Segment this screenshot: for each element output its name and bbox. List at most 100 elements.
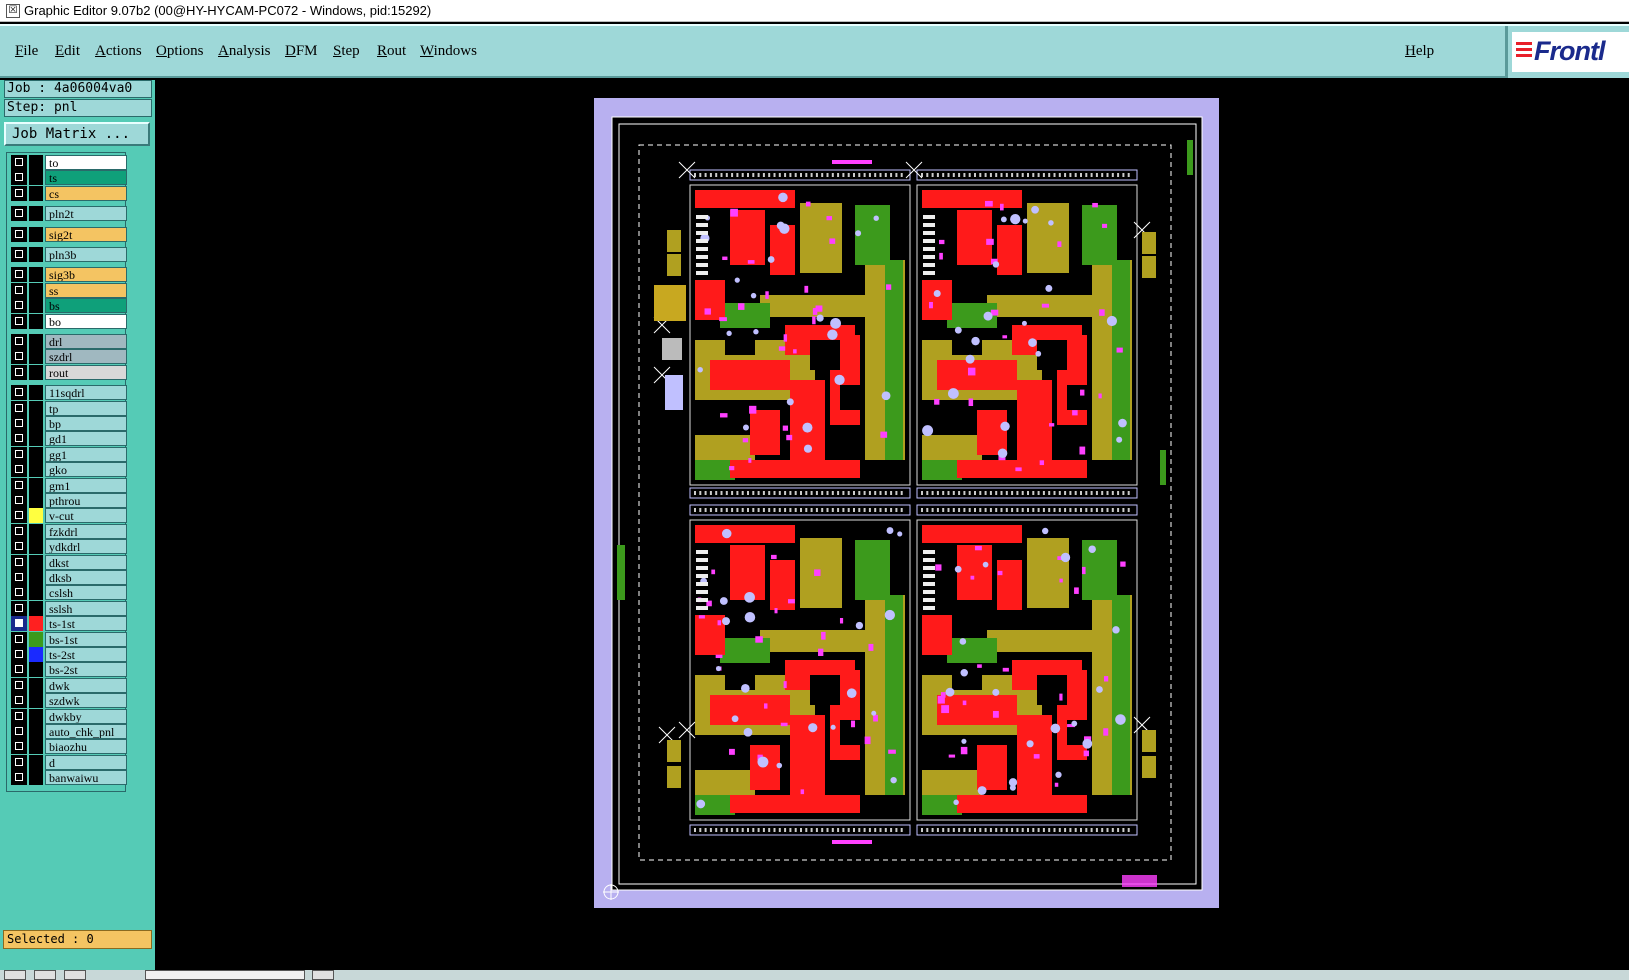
layer-name[interactable]: dksb [45,570,127,585]
layer-color-swatch[interactable] [29,267,43,283]
layer-color-swatch[interactable] [29,662,43,678]
menu-analysis[interactable]: Analysis [218,43,271,60]
bottom-tool-button[interactable] [34,970,56,980]
layer-color-swatch[interactable] [29,616,43,632]
menu-dfm[interactable]: DFM [285,43,318,60]
layer-checkbox[interactable] [11,554,27,570]
layer-row-bs[interactable]: bs [9,298,127,314]
layer-name[interactable]: sig2t [45,226,127,242]
layer-row-cs[interactable]: cs [9,185,127,201]
layer-checkbox[interactable] [11,631,27,647]
layer-color-swatch[interactable] [29,493,43,508]
layer-row-bs-1st[interactable]: bs-1st [9,631,127,647]
layer-checkbox[interactable] [11,462,27,478]
layer-row-ts-2st[interactable]: ts-2st [9,647,127,662]
layer-color-swatch[interactable] [29,677,43,693]
layer-checkbox[interactable] [11,508,27,524]
layer-name[interactable]: drl [45,334,127,349]
layer-checkbox[interactable] [11,662,27,678]
layer-color-swatch[interactable] [29,416,43,431]
layer-color-swatch[interactable] [29,400,43,416]
layer-checkbox[interactable] [11,446,27,462]
layer-name[interactable]: pln3b [45,247,127,262]
layer-checkbox[interactable] [11,585,27,601]
layer-name[interactable]: auto_chk_pnl [45,724,127,739]
menu-file[interactable]: File [15,43,38,60]
layer-color-swatch[interactable] [29,477,43,493]
layer-name[interactable]: ts-2st [45,647,127,662]
layer-row-v-cut[interactable]: v-cut [9,508,127,524]
layer-color-swatch[interactable] [29,739,43,755]
layer-row-11sqdrl[interactable]: 11sqdrl [9,385,127,401]
layer-name[interactable]: bo [45,313,127,329]
layer-color-swatch[interactable] [29,313,43,329]
layer-name[interactable]: szdwk [45,693,127,709]
layer-checkbox[interactable] [11,493,27,508]
layer-checkbox[interactable] [11,616,27,632]
layer-checkbox[interactable] [11,647,27,662]
layer-row-bo[interactable]: bo [9,313,127,329]
menu-rout[interactable]: Rout [377,43,406,60]
layer-row-gko[interactable]: gko [9,462,127,478]
layer-color-swatch[interactable] [29,446,43,462]
layer-name[interactable]: pthrou [45,493,127,508]
layer-row-pln2t[interactable]: pln2t [9,206,127,222]
layer-name[interactable]: bp [45,416,127,431]
layer-color-swatch[interactable] [29,298,43,314]
layer-name[interactable]: fzkdrl [45,523,127,539]
layer-checkbox[interactable] [11,600,27,616]
layer-color-swatch[interactable] [29,600,43,616]
layer-checkbox[interactable] [11,385,27,401]
layer-color-swatch[interactable] [29,554,43,570]
layer-name[interactable]: ts [45,170,127,186]
layer-color-swatch[interactable] [29,385,43,401]
layer-checkbox[interactable] [11,770,27,786]
layer-name[interactable]: dkst [45,554,127,570]
layer-color-swatch[interactable] [29,647,43,662]
layer-name[interactable]: sslsh [45,600,127,616]
layer-color-swatch[interactable] [29,155,43,170]
layer-row-dksb[interactable]: dksb [9,570,127,585]
layer-name[interactable]: rout [45,364,127,380]
layer-name[interactable]: szdrl [45,349,127,365]
layer-checkbox[interactable] [11,247,27,262]
layer-color-swatch[interactable] [29,724,43,739]
layer-checkbox[interactable] [11,416,27,431]
layer-checkbox[interactable] [11,267,27,283]
layer-checkbox[interactable] [11,313,27,329]
layer-row-drl[interactable]: drl [9,334,127,349]
layer-checkbox[interactable] [11,708,27,724]
layer-checkbox[interactable] [11,477,27,493]
menu-help[interactable]: Help [1405,43,1434,60]
layer-color-swatch[interactable] [29,523,43,539]
layer-name[interactable]: ss [45,282,127,298]
menu-windows[interactable]: Windows [420,43,477,60]
layer-row-sig2t[interactable]: sig2t [9,226,127,242]
layer-color-swatch[interactable] [29,770,43,786]
layer-name[interactable]: dwk [45,677,127,693]
layer-name[interactable]: biaozhu [45,739,127,755]
bottom-tool-button[interactable] [312,970,334,980]
layer-name[interactable]: ts-1st [45,616,127,632]
layer-checkbox[interactable] [11,282,27,298]
layer-checkbox[interactable] [11,754,27,770]
layer-row-szdrl[interactable]: szdrl [9,349,127,365]
layer-color-swatch[interactable] [29,754,43,770]
layer-color-swatch[interactable] [29,364,43,380]
layer-color-swatch[interactable] [29,631,43,647]
layer-row-dwk[interactable]: dwk [9,677,127,693]
layer-row-sig3b[interactable]: sig3b [9,267,127,283]
layer-name[interactable]: to [45,155,127,170]
layer-row-ts[interactable]: ts [9,170,127,186]
layer-row-cslsh[interactable]: cslsh [9,585,127,601]
layer-color-swatch[interactable] [29,585,43,601]
layer-row-d[interactable]: d [9,754,127,770]
layer-name[interactable]: bs-1st [45,631,127,647]
layer-row-bs-2st[interactable]: bs-2st [9,662,127,678]
layer-checkbox[interactable] [11,400,27,416]
layer-color-swatch[interactable] [29,431,43,447]
layer-row-ss[interactable]: ss [9,282,127,298]
layer-row-pln3b[interactable]: pln3b [9,247,127,262]
layer-row-biaozhu[interactable]: biaozhu [9,739,127,755]
layer-name[interactable]: banwaiwu [45,770,127,786]
